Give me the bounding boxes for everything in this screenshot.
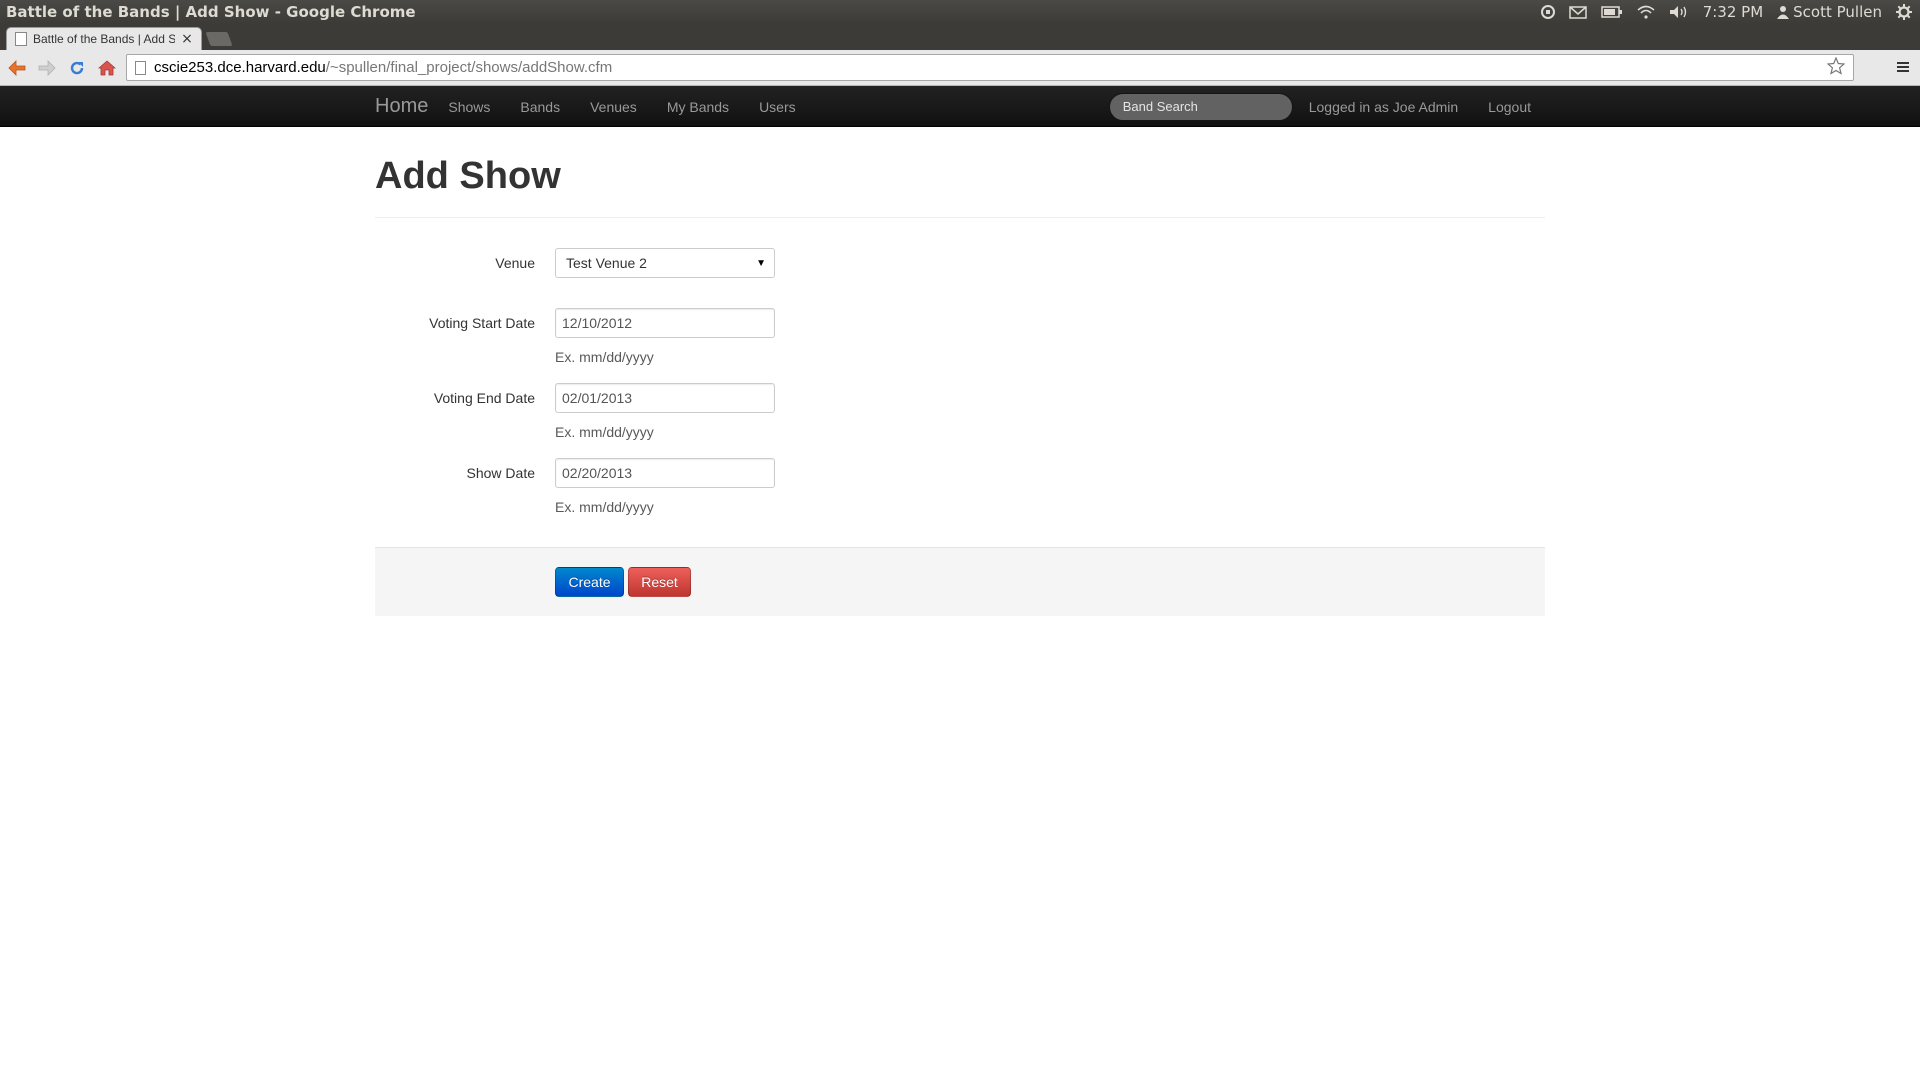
new-tab-button[interactable] bbox=[205, 32, 233, 46]
create-button[interactable]: Create bbox=[555, 567, 624, 597]
nav-link-venues[interactable]: Venues bbox=[590, 99, 637, 115]
logout-link[interactable]: Logout bbox=[1488, 99, 1531, 115]
url-path: /~spullen/final_project/shows/addShow.cf… bbox=[325, 59, 613, 76]
page-content: Add Show Venue Test Venue 2 ▼ Voting Sta… bbox=[375, 127, 1545, 616]
tab-close-icon[interactable]: × bbox=[181, 31, 193, 47]
show-date-help: Ex. mm/dd/yyyy bbox=[555, 499, 654, 515]
voting-end-label: Voting End Date bbox=[433, 390, 535, 406]
address-bar[interactable]: cscie253.dce.harvard.edu/~spullen/final_… bbox=[126, 54, 1854, 81]
forward-arrow-icon bbox=[38, 59, 56, 76]
window-title: Battle of the Bands | Add Show - Google … bbox=[6, 3, 416, 21]
voting-end-help: Ex. mm/dd/yyyy bbox=[555, 424, 654, 440]
venue-label: Venue bbox=[495, 255, 535, 271]
browser-tab[interactable]: Battle of the Bands | Add Show × bbox=[6, 27, 202, 50]
os-top-panel: Battle of the Bands | Add Show - Google … bbox=[0, 0, 1920, 24]
page-favicon-icon bbox=[15, 32, 27, 46]
home-icon bbox=[98, 59, 116, 75]
chrome-menu-icon[interactable] bbox=[1896, 59, 1910, 78]
nav-link-my-bands[interactable]: My Bands bbox=[667, 99, 729, 115]
voting-end-row: Voting End Date Ex. mm/dd/yyyy bbox=[375, 383, 1545, 440]
volume-icon[interactable] bbox=[1669, 3, 1689, 21]
site-navbar: Home Shows Bands Venues My Bands Users L… bbox=[0, 86, 1920, 127]
browser-toolbar: cscie253.dce.harvard.edu/~spullen/final_… bbox=[0, 50, 1920, 86]
navbar-right: Logged in as Joe Admin Logout bbox=[1108, 92, 1545, 121]
mail-icon[interactable] bbox=[1568, 3, 1587, 21]
show-date-label: Show Date bbox=[466, 465, 535, 481]
voting-start-help: Ex. mm/dd/yyyy bbox=[555, 349, 654, 365]
back-button[interactable] bbox=[2, 53, 32, 83]
back-arrow-icon bbox=[8, 59, 26, 76]
nav-link-users[interactable]: Users bbox=[759, 99, 796, 115]
home-button[interactable] bbox=[92, 53, 122, 83]
nav-link-shows[interactable]: Shows bbox=[448, 99, 490, 115]
venue-select[interactable]: Test Venue 2 ▼ bbox=[555, 248, 775, 278]
venue-row: Venue Test Venue 2 ▼ bbox=[375, 248, 1545, 278]
reload-icon bbox=[70, 61, 84, 74]
user-icon: Scott Pullen bbox=[1777, 3, 1882, 21]
navbar-inner: Home Shows Bands Venues My Bands Users L… bbox=[375, 86, 1545, 127]
voting-start-row: Voting Start Date Ex. mm/dd/yyyy bbox=[375, 308, 1545, 365]
tab-strip: Battle of the Bands | Add Show × bbox=[0, 24, 1920, 50]
venue-selected-value: Test Venue 2 bbox=[566, 255, 647, 271]
band-search-input[interactable] bbox=[1108, 92, 1293, 121]
nav-link-bands[interactable]: Bands bbox=[520, 99, 560, 115]
voting-start-label: Voting Start Date bbox=[429, 315, 535, 331]
show-date-input[interactable] bbox=[555, 458, 775, 488]
clock[interactable]: 7:32 PM bbox=[1703, 3, 1763, 21]
gear-icon[interactable] bbox=[1896, 3, 1912, 21]
form-actions: Create Reset bbox=[375, 547, 1545, 616]
show-date-row: Show Date Ex. mm/dd/yyyy bbox=[375, 458, 1545, 515]
voting-end-input[interactable] bbox=[555, 383, 775, 413]
reset-button[interactable]: Reset bbox=[628, 567, 691, 597]
battery-icon[interactable] bbox=[1600, 3, 1623, 21]
url-host: cscie253.dce.harvard.edu bbox=[154, 59, 326, 76]
wifi-icon[interactable] bbox=[1637, 3, 1655, 21]
bookmark-star-icon[interactable] bbox=[1826, 55, 1846, 79]
forward-button[interactable] bbox=[32, 53, 62, 83]
reload-button[interactable] bbox=[62, 53, 92, 83]
indicator-area: 7:32 PM Scott Pullen bbox=[1540, 3, 1920, 21]
title-divider bbox=[375, 217, 1545, 218]
dropbox-icon[interactable] bbox=[1540, 3, 1555, 21]
page-title: Add Show bbox=[375, 155, 561, 197]
brand-home-link[interactable]: Home bbox=[375, 95, 428, 118]
logged-in-text[interactable]: Logged in as Joe Admin bbox=[1309, 99, 1458, 115]
dropdown-caret-icon: ▼ bbox=[756, 257, 766, 269]
tab-title: Battle of the Bands | Add Show bbox=[33, 32, 175, 46]
session-user-name[interactable]: Scott Pullen bbox=[1793, 3, 1882, 21]
voting-start-input[interactable] bbox=[555, 308, 775, 338]
page-icon bbox=[135, 60, 146, 75]
